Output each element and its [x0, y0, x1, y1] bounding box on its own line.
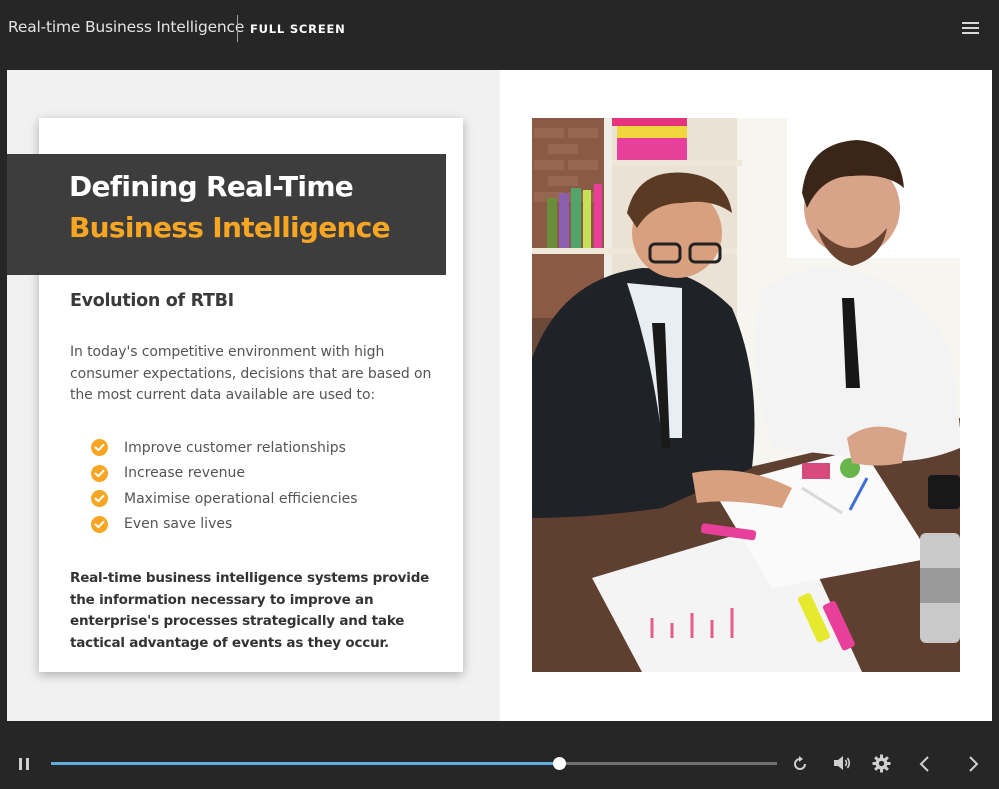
bullet-text: Increase revenue	[124, 465, 246, 482]
slide: Defining Real-Time Business Intelligence…	[7, 70, 992, 721]
volume-icon[interactable]	[832, 754, 852, 772]
business-meeting-photo	[532, 118, 960, 672]
bullet-text: Even save lives	[124, 516, 233, 533]
player-controls	[0, 721, 999, 789]
pause-icon[interactable]	[18, 756, 32, 772]
list-item: Improve customer relationships	[91, 435, 358, 461]
top-bar: Real-time Business Intelligence FULL SCR…	[0, 0, 999, 70]
progress-bar[interactable]	[51, 757, 777, 770]
bullet-list: Improve customer relationships Increase …	[91, 435, 358, 537]
previous-icon[interactable]	[918, 755, 932, 773]
progress-scrubber[interactable]	[553, 757, 567, 770]
progress-bar-fill	[51, 762, 560, 765]
check-circle-icon	[91, 515, 108, 533]
check-circle-icon	[91, 439, 108, 457]
title-divider	[237, 15, 238, 42]
settings-icon[interactable]	[872, 754, 891, 773]
full-screen-button[interactable]: FULL SCREEN	[250, 22, 346, 36]
next-icon[interactable]	[966, 755, 980, 773]
replay-icon[interactable]	[791, 755, 809, 773]
bullet-text: Improve customer relationships	[124, 439, 346, 456]
list-item: Maximise operational efficiencies	[91, 486, 358, 512]
list-item: Even save lives	[91, 512, 358, 538]
slide-title: Defining Real-Time	[69, 170, 354, 203]
closing-paragraph: Real-time business intelligence systems …	[70, 570, 430, 651]
hamburger-menu-icon[interactable]	[960, 20, 980, 36]
check-circle-icon	[91, 490, 108, 508]
list-item: Increase revenue	[91, 461, 358, 487]
title-banner: Defining Real-Time Business Intelligence	[7, 154, 446, 275]
bullet-text: Maximise operational efficiencies	[124, 490, 358, 507]
intro-paragraph: In today's competitive environment with …	[70, 344, 432, 403]
section-heading: Evolution of RTBI	[70, 291, 234, 311]
course-title: Real-time Business Intelligence	[8, 18, 245, 36]
check-circle-icon	[91, 464, 108, 482]
slide-title-highlight: Business Intelligence	[69, 211, 391, 244]
